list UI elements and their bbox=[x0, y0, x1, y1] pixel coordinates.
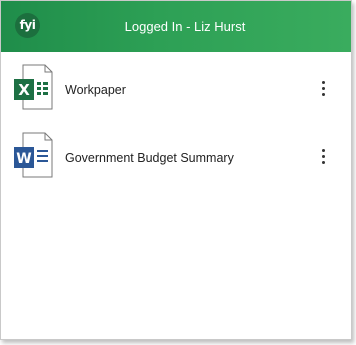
file-name[interactable]: Workpaper bbox=[65, 82, 126, 98]
app-window: fyi Logged In - Liz Hurst X Workpaper W … bbox=[0, 0, 352, 340]
file-list: X Workpaper W Government Budget Summary bbox=[1, 52, 351, 188]
more-vertical-icon[interactable] bbox=[315, 148, 333, 166]
excel-file-icon: X bbox=[14, 64, 53, 110]
file-name[interactable]: Government Budget Summary bbox=[65, 150, 234, 166]
more-vertical-icon[interactable] bbox=[315, 80, 333, 98]
file-row-government-budget-summary[interactable]: W Government Budget Summary bbox=[1, 120, 351, 188]
login-status-title: Logged In - Liz Hurst bbox=[124, 19, 246, 34]
svg-text:W: W bbox=[16, 151, 31, 167]
header-bar: fyi Logged In - Liz Hurst bbox=[1, 1, 351, 52]
svg-text:X: X bbox=[18, 81, 30, 99]
word-file-icon: W bbox=[14, 132, 53, 178]
file-row-workpaper[interactable]: X Workpaper bbox=[1, 52, 351, 120]
